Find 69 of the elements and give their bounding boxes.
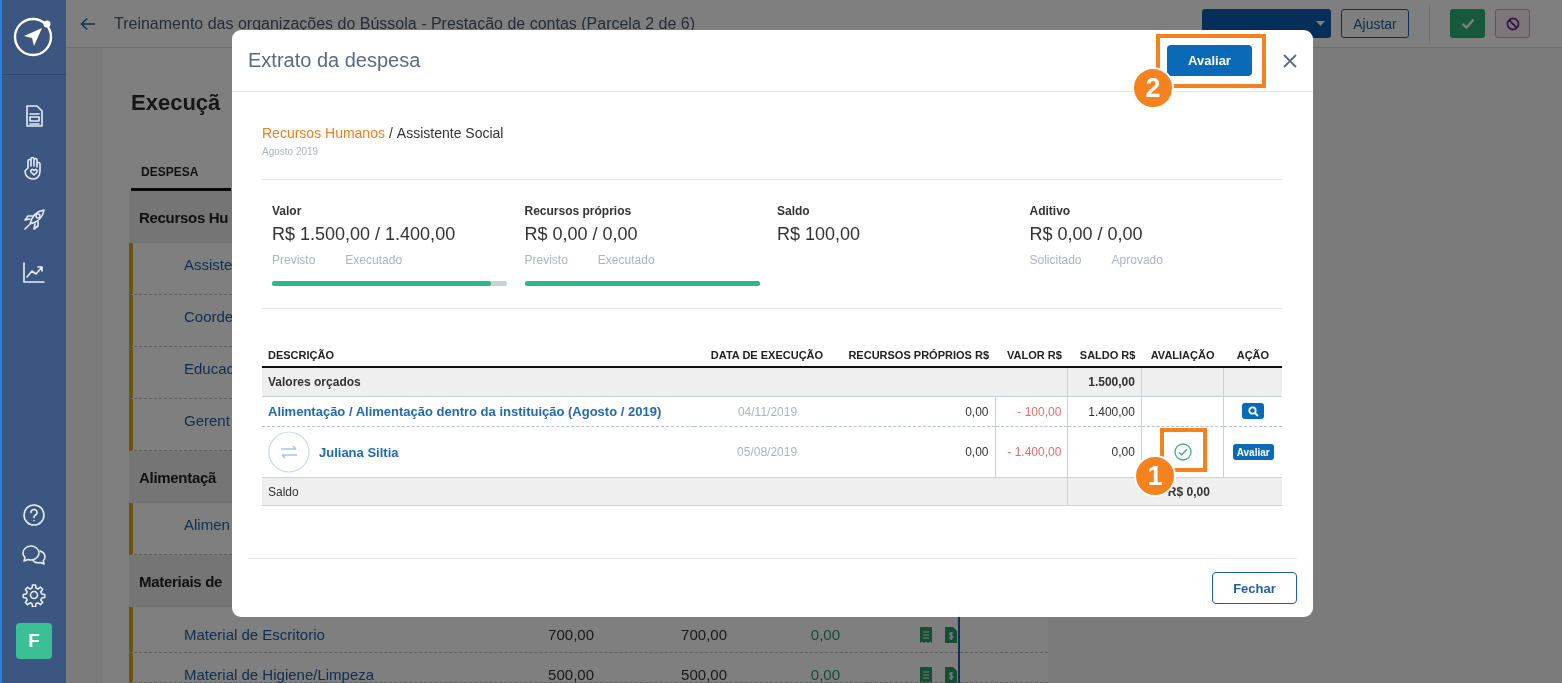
- stat-label: Saldo: [777, 204, 811, 218]
- help-icon[interactable]: [22, 503, 46, 527]
- group-name: Materiais de: [139, 572, 223, 590]
- stat-caption: Solicitado: [1029, 253, 1082, 267]
- expense-name: Coorde: [184, 308, 234, 325]
- breadcrumb-separator: /: [388, 125, 393, 141]
- column-header: DESPESA: [141, 164, 199, 179]
- check-icon: [1460, 18, 1475, 29]
- evaluate-button[interactable]: Avaliar: [1232, 444, 1274, 460]
- stat-caption: Previsto: [272, 253, 316, 267]
- stat-caption: Aprovado: [1111, 253, 1163, 267]
- dialog-title: Extrato da despesa: [248, 49, 421, 72]
- breadcrumb-current: Assistente Social: [396, 125, 504, 141]
- stat-caption: Executado: [345, 253, 403, 267]
- trend-chart-icon[interactable]: [21, 259, 47, 285]
- table-cell: - 100,00: [995, 396, 1068, 427]
- expense-name: Alimen: [184, 516, 230, 533]
- evaluate-button[interactable]: Avaliar: [1167, 45, 1252, 76]
- close-button[interactable]: Fechar: [1212, 572, 1297, 604]
- block-button[interactable]: [1495, 9, 1530, 38]
- stat-label: Recursos próprios: [524, 204, 633, 218]
- caret-icon: [1316, 21, 1325, 26]
- stat-caption: Previsto: [524, 253, 568, 267]
- amount: 0,00: [809, 667, 840, 682]
- search-icon: [1247, 405, 1259, 417]
- expense-name: Assiste: [184, 256, 233, 273]
- adjust-button[interactable]: Ajustar: [1341, 9, 1409, 38]
- stat-value: R$ 1.500,00 / 1.400,00: [272, 224, 457, 245]
- expense-name: Material de Escritorio: [184, 626, 325, 643]
- description-link[interactable]: Alimentação / Alimentação dentro da instituição (Agosto / 2019): [268, 404, 662, 419]
- amount: 500,00: [547, 667, 594, 682]
- table-cell: 1.500,00: [1067, 367, 1142, 397]
- table-cell: 04/11/2019: [694, 396, 830, 427]
- dollar-document-icon[interactable]: [945, 667, 957, 683]
- compass-logo-icon[interactable]: [13, 16, 55, 58]
- step-number: 2: [1132, 67, 1174, 109]
- expense-row[interactable]: Material de Higiene/Limpeza 500,00 500,00 0,00: [129, 653, 1048, 683]
- table-cell: Valores orçados: [262, 367, 1068, 397]
- period-label: Agosto 2019: [262, 146, 1282, 180]
- amount: 0,00: [809, 627, 840, 642]
- amount: 700,00: [680, 627, 727, 642]
- table-cell: 05/08/2019: [694, 426, 830, 478]
- view-button[interactable]: [1242, 403, 1265, 420]
- expense-name: Gerent: [184, 412, 230, 429]
- amount: 500,00: [680, 667, 727, 682]
- rocket-icon[interactable]: [21, 207, 47, 233]
- close-icon[interactable]: [1283, 53, 1297, 68]
- section-title: Execuçã: [131, 90, 222, 117]
- chat-icon[interactable]: [20, 543, 48, 567]
- transfer-avatar-icon: [268, 431, 310, 473]
- description-link[interactable]: Juliana Siltia: [319, 444, 399, 460]
- stat-value: R$ 100,00: [777, 224, 862, 245]
- group-name: Recursos Hu: [139, 208, 229, 226]
- back-arrow-icon[interactable]: [80, 16, 96, 31]
- table-cell: 0,00: [829, 396, 995, 427]
- amount: 700,00: [547, 627, 594, 642]
- dollar-document-icon[interactable]: [945, 627, 957, 643]
- expense-name: Material de Higiene/Limpeza: [184, 666, 375, 683]
- stat-label: Valor: [272, 204, 303, 218]
- stat-label: Aditivo: [1029, 204, 1072, 218]
- ban-icon: [1505, 16, 1520, 31]
- stat-value: R$ 0,00 / 0,00: [524, 224, 639, 245]
- settings-icon[interactable]: [22, 583, 46, 607]
- expense-name: Educac: [184, 360, 235, 377]
- stat-caption: Executado: [597, 253, 655, 267]
- stat-value: R$ 0,00 / 0,00: [1029, 224, 1144, 245]
- table-cell: 1.400,00: [1067, 396, 1142, 427]
- group-name: Alimentaçã: [139, 468, 217, 486]
- table-cell: Saldo: [262, 477, 1068, 506]
